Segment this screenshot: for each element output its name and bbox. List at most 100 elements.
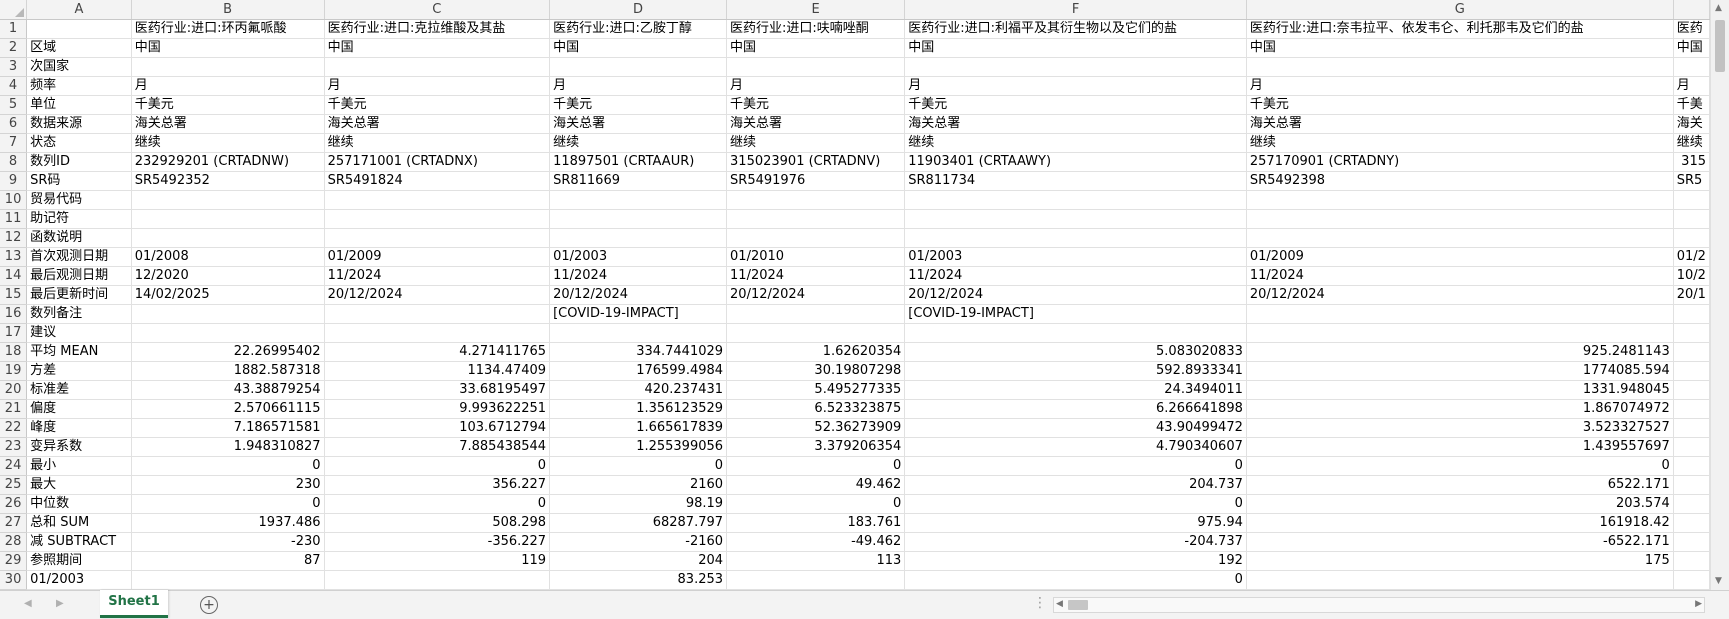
cell-table[interactable]: A B C D E F G 1 医药行业:进口:环丙氟哌酸 医药行业:进口:克拉维酸及其盐 医药行业…	[0, 0, 1710, 590]
column-header[interactable]: G	[1246, 0, 1674, 20]
cell[interactable]	[131, 209, 325, 229]
cell[interactable]: 1937.486	[131, 513, 325, 533]
cell[interactable]	[1673, 532, 1710, 552]
row-header[interactable]: 26	[0, 494, 28, 514]
cell[interactable]: 0	[324, 494, 551, 514]
cell[interactable]: 6.523323875	[726, 399, 906, 419]
cell[interactable]: 0	[904, 570, 1247, 590]
cell[interactable]: 继续	[726, 133, 906, 153]
cell[interactable]	[904, 57, 1247, 77]
cell[interactable]: 次国家	[26, 57, 132, 77]
scroll-left-icon[interactable]: ◀	[1056, 599, 1063, 609]
row-header[interactable]: 23	[0, 437, 28, 457]
cell[interactable]: 最小	[26, 456, 132, 476]
cell[interactable]	[904, 190, 1247, 210]
cell[interactable]: 420.237431	[549, 380, 728, 400]
cell[interactable]: 参照期间	[26, 551, 132, 571]
cell[interactable]: 356.227	[324, 475, 551, 495]
row-header[interactable]: 30	[0, 570, 28, 590]
cell[interactable]	[131, 190, 325, 210]
cell[interactable]: 192	[904, 551, 1247, 571]
cell[interactable]: 最后观测日期	[26, 266, 132, 286]
cell[interactable]: 232929201 (CRTADNW)	[131, 152, 325, 172]
column-header[interactable]: E	[726, 0, 906, 20]
row-header[interactable]: 14	[0, 266, 28, 286]
cell[interactable]	[1673, 209, 1710, 229]
cell[interactable]: [COVID-19-IMPACT]	[549, 304, 728, 324]
cell[interactable]: 医药行业:进口:奈韦拉平、依发韦仑、利托那韦及它们的盐	[1246, 19, 1674, 39]
cell[interactable]: 0	[726, 456, 906, 476]
row-header[interactable]: 17	[0, 323, 28, 343]
select-all-corner[interactable]	[0, 0, 28, 20]
sheet-tab-sheet1[interactable]: Sheet1	[100, 590, 168, 618]
cell[interactable]: 0	[1246, 456, 1674, 476]
cell[interactable]: 1.665617839	[549, 418, 728, 438]
cell[interactable]: 继续	[549, 133, 728, 153]
column-header[interactable]: F	[904, 0, 1247, 20]
cell[interactable]: 01/2009	[324, 247, 551, 267]
cell[interactable]	[1673, 494, 1710, 514]
cell[interactable]: 0	[549, 456, 728, 476]
cell[interactable]: 中国	[131, 38, 325, 58]
cell[interactable]: 医药行业:进口:环丙氟哌酸	[131, 19, 325, 39]
cell[interactable]: 508.298	[324, 513, 551, 533]
cell[interactable]: 助记符	[26, 209, 132, 229]
cell[interactable]: 49.462	[726, 475, 906, 495]
cell[interactable]: 函数说明	[26, 228, 132, 248]
cell[interactable]: 4.271411765	[324, 342, 551, 362]
cell[interactable]: 医药行业:进口:呋喃唑酮	[726, 19, 906, 39]
cell[interactable]: 最大	[26, 475, 132, 495]
cell[interactable]: 千美元	[549, 95, 728, 115]
cell[interactable]	[1246, 209, 1674, 229]
cell[interactable]: 月	[726, 76, 906, 96]
cell[interactable]: 继续	[131, 133, 325, 153]
vertical-scrollbar[interactable]: ▲ ▼	[1710, 0, 1729, 590]
cell[interactable]: 87	[131, 551, 325, 571]
cell[interactable]: 数列备注	[26, 304, 132, 324]
cell[interactable]: -230	[131, 532, 325, 552]
cell[interactable]	[324, 57, 551, 77]
cell[interactable]: 204	[549, 551, 728, 571]
cell[interactable]: 海关总署	[324, 114, 551, 134]
cell[interactable]: 总和 SUM	[26, 513, 132, 533]
cell[interactable]: 医药行业:进口:乙胺丁醇	[549, 19, 728, 39]
cell[interactable]: 11/2024	[726, 266, 906, 286]
row-header[interactable]: 24	[0, 456, 28, 476]
cell[interactable]	[1673, 361, 1710, 381]
cell[interactable]: 月	[904, 76, 1247, 96]
cell[interactable]: 11/2024	[904, 266, 1247, 286]
cell[interactable]: 20/1	[1673, 285, 1710, 305]
cell[interactable]	[1673, 190, 1710, 210]
cell[interactable]: 月	[1246, 76, 1674, 96]
cell[interactable]: 首次观测日期	[26, 247, 132, 267]
cell[interactable]: 变异系数	[26, 437, 132, 457]
cell[interactable]: SR5491976	[726, 171, 906, 191]
cell[interactable]: 7.885438544	[324, 437, 551, 457]
cell[interactable]: 中国	[1673, 38, 1710, 58]
cell[interactable]: 175	[1246, 551, 1674, 571]
cell[interactable]: 01/2	[1673, 247, 1710, 267]
cell[interactable]: 偏度	[26, 399, 132, 419]
cell[interactable]	[549, 190, 728, 210]
cell[interactable]: 标准差	[26, 380, 132, 400]
cell[interactable]: 继续	[1673, 133, 1710, 153]
cell[interactable]: 183.761	[726, 513, 906, 533]
cell[interactable]	[1673, 342, 1710, 362]
cell[interactable]: 257170901 (CRTADNY)	[1246, 152, 1674, 172]
cell[interactable]: 贸易代码	[26, 190, 132, 210]
cell[interactable]	[549, 209, 728, 229]
cell[interactable]: 平均 MEAN	[26, 342, 132, 362]
cell[interactable]: 医药行业:进口:克拉维酸及其盐	[324, 19, 551, 39]
cell[interactable]: 0	[904, 456, 1247, 476]
cell[interactable]: [COVID-19-IMPACT]	[904, 304, 1247, 324]
cell[interactable]: 20/12/2024	[1246, 285, 1674, 305]
row-header[interactable]: 18	[0, 342, 28, 362]
cell[interactable]: 建议	[26, 323, 132, 343]
cell[interactable]	[1673, 456, 1710, 476]
cell[interactable]: 204.737	[904, 475, 1247, 495]
cell[interactable]: 月	[549, 76, 728, 96]
cell[interactable]	[1673, 551, 1710, 571]
cell[interactable]	[1246, 228, 1674, 248]
cell[interactable]: 0	[324, 456, 551, 476]
cell[interactable]	[904, 209, 1247, 229]
